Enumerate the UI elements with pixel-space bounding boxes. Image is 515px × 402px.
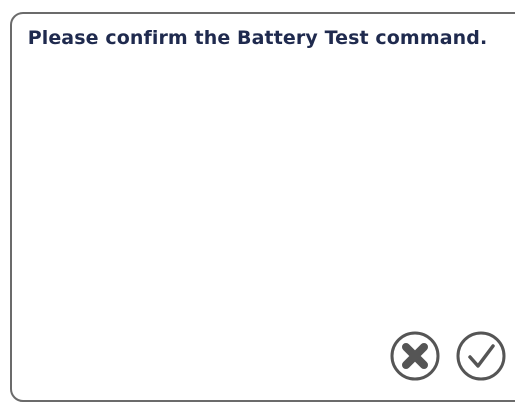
cancel-button[interactable]	[390, 331, 440, 381]
confirm-button[interactable]	[456, 331, 506, 381]
dialog-message: Please confirm the Battery Test command.	[27, 27, 488, 49]
close-circle-icon	[390, 331, 440, 381]
check-circle-icon	[456, 331, 506, 381]
